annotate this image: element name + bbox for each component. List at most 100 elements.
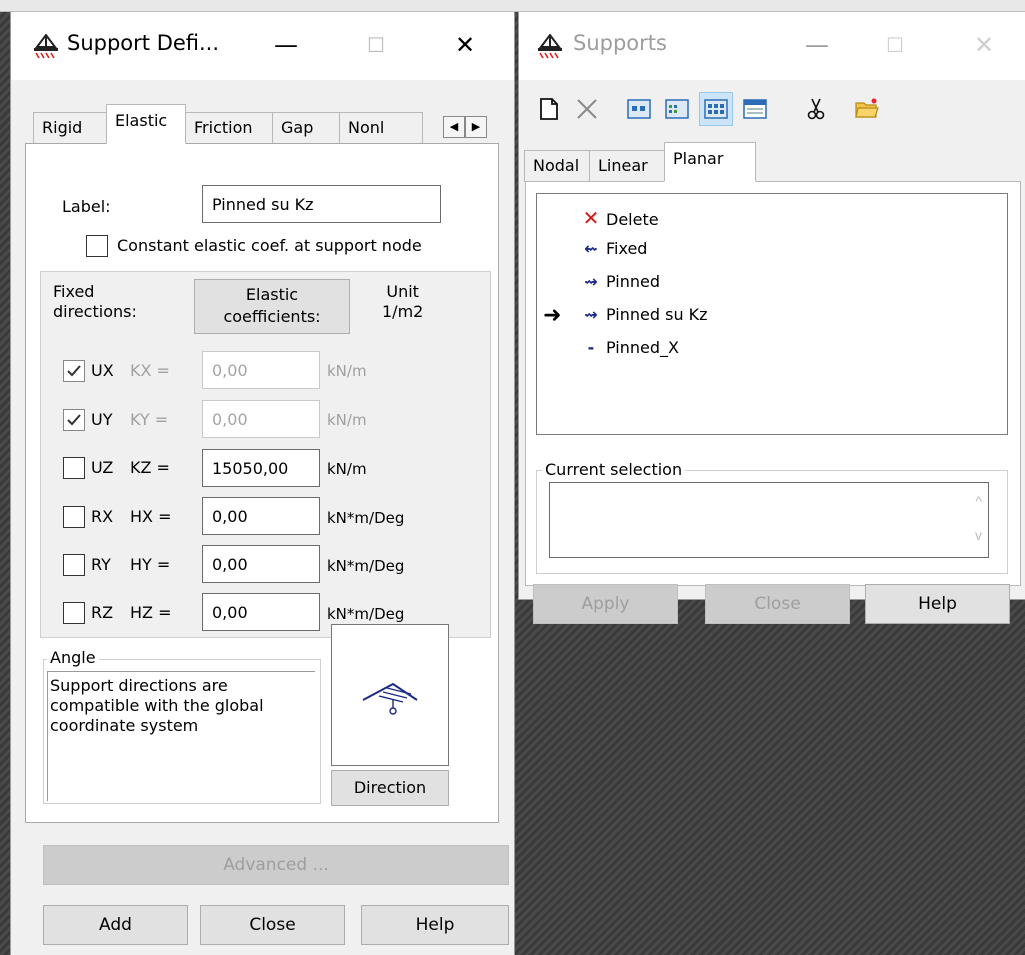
list-item-label: Pinned su Kz — [606, 305, 708, 324]
direction-preview-icon — [362, 682, 418, 715]
list-item-fixed[interactable]: ⇜ Fixed — [580, 239, 647, 258]
kz-label: KZ = — [130, 458, 170, 477]
elastic-coefficients-button[interactable]: Elastic coefficients: — [194, 279, 350, 334]
rz-checkbox[interactable] — [63, 602, 85, 624]
hz-label: HZ = — [130, 603, 172, 622]
supports-close-button[interactable]: ✕ — [964, 28, 1004, 62]
tab-nodal[interactable]: Nodal — [524, 150, 590, 182]
pinned-x-support-icon: - — [587, 338, 595, 357]
hy-input[interactable] — [202, 545, 320, 583]
tab-linear[interactable]: Linear — [589, 150, 665, 182]
minimize-button[interactable]: — — [266, 28, 306, 62]
tab-planar[interactable]: Planar — [664, 142, 756, 182]
supports-title-bar[interactable]: Supports — ☐ ✕ — [519, 12, 1025, 80]
kz-unit: kN/m — [327, 460, 367, 478]
delete-icon: ✕ — [582, 206, 600, 230]
title-bar[interactable]: Support Defi... — ☐ ✕ — [11, 12, 514, 80]
tab-scroll-right-button[interactable]: ▶ — [465, 116, 487, 138]
pointer-arrow-icon: ➜ — [543, 303, 562, 328]
hz-unit: kN*m/Deg — [327, 605, 405, 623]
fixed-support-icon: ⇜ — [584, 239, 598, 258]
hy-label: HY = — [130, 555, 171, 574]
help-button[interactable]: Help — [361, 905, 509, 945]
hy-unit: kN*m/Deg — [327, 557, 405, 575]
maximize-button[interactable]: ☐ — [356, 28, 396, 62]
supports-minimize-button[interactable]: — — [797, 28, 837, 62]
constant-elastic-label: Constant elastic coef. at support node — [117, 236, 422, 255]
add-button[interactable]: Add — [43, 905, 188, 945]
delete-x-icon[interactable] — [575, 97, 599, 121]
kx-label: KX = — [130, 361, 170, 380]
rx-checkbox[interactable] — [63, 506, 85, 528]
support-app-icon — [34, 34, 58, 59]
list-item-label: Pinned_X — [606, 338, 679, 357]
supports-title: Supports — [573, 31, 667, 55]
kx-input — [202, 351, 320, 389]
open-folder-icon[interactable] — [855, 97, 879, 121]
list-item-label: Delete — [606, 210, 659, 229]
supports-window: Supports — ☐ ✕ Nodal Linear Planar ✕ Dele… — [518, 12, 1025, 624]
tab-scroll-left-button[interactable]: ◀ — [443, 116, 465, 138]
list-item-delete[interactable]: ✕ Delete — [580, 206, 659, 230]
current-selection-title: Current selection — [542, 460, 686, 479]
rx-label: RX — [91, 507, 114, 526]
apply-button: Apply — [533, 584, 678, 624]
support-type-tabs: Rigid Elastic Friction Gap Nonl — [33, 104, 423, 144]
hx-input[interactable] — [202, 497, 320, 535]
support-category-tabs: Nodal Linear Planar — [524, 142, 756, 182]
direction-button[interactable]: Direction — [331, 770, 449, 806]
tab-elastic[interactable]: Elastic — [106, 104, 186, 144]
ux-checkbox — [63, 360, 85, 382]
ry-label: RY — [91, 555, 111, 574]
uz-label: UZ — [91, 458, 114, 477]
support-definition-window: Support Defi... — ☐ ✕ Rigid Elastic Fric… — [10, 12, 515, 955]
screen-top-strip — [0, 0, 1025, 12]
hx-unit: kN*m/Deg — [327, 509, 405, 527]
uz-checkbox[interactable] — [63, 457, 85, 479]
label-input[interactable] — [202, 185, 441, 223]
view-table-icon[interactable] — [743, 97, 767, 121]
pinned-support-icon: ⇝ — [584, 305, 598, 324]
supports-app-icon — [538, 34, 562, 59]
view-list-icon[interactable] — [665, 97, 689, 121]
supports-help-button[interactable]: Help — [865, 584, 1010, 624]
hx-label: HX = — [130, 507, 172, 526]
close-window-button[interactable]: ✕ — [445, 28, 485, 62]
ry-checkbox[interactable] — [63, 554, 85, 576]
new-document-icon[interactable] — [537, 97, 561, 121]
list-item-pinned[interactable]: ⇝ Pinned — [580, 272, 660, 291]
uy-checkbox — [63, 409, 85, 431]
kz-input[interactable] — [202, 449, 320, 487]
hz-input[interactable] — [202, 593, 320, 631]
uy-label: UY — [91, 410, 113, 429]
scroll-up-icon[interactable]: ^ — [975, 493, 982, 509]
tab-nonlinear[interactable]: Nonl — [339, 112, 423, 144]
tab-rigid[interactable]: Rigid — [33, 112, 107, 144]
ky-input — [202, 400, 320, 438]
list-item-label: Fixed — [606, 239, 648, 258]
unit-header: Unit 1/m2 — [382, 282, 424, 321]
scroll-down-icon[interactable]: v — [975, 527, 982, 543]
cut-icon[interactable] — [804, 97, 828, 121]
list-item-label: Pinned — [606, 272, 661, 291]
supports-close-dialog-button: Close — [705, 584, 850, 624]
tab-gap[interactable]: Gap — [272, 112, 340, 144]
view-small-icon[interactable] — [627, 97, 651, 121]
direction-preview — [331, 624, 449, 766]
fixed-directions-label: Fixed directions: — [53, 282, 137, 321]
tab-friction[interactable]: Friction — [185, 112, 273, 144]
label-caption: Label: — [62, 197, 111, 216]
elastic-tab-panel: Label: Constant elastic coef. at support… — [25, 143, 499, 823]
view-grid-icon[interactable] — [704, 97, 728, 121]
advanced-button: Advanced ... — [43, 845, 509, 885]
rz-label: RZ — [91, 603, 114, 622]
list-item-pinned-x[interactable]: - Pinned_X — [580, 338, 679, 357]
constant-elastic-checkbox[interactable] — [86, 235, 108, 257]
current-selection-input[interactable]: ^ v — [549, 482, 989, 558]
angle-group-title: Angle — [47, 648, 99, 667]
list-item-pinned-su-kz[interactable]: ⇝ Pinned su Kz — [580, 305, 708, 324]
supports-list[interactable]: ✕ Delete ⇜ Fixed ⇝ Pinned ➜ ⇝ Pinned su Kz -… — [536, 193, 1008, 435]
supports-maximize-button[interactable]: ☐ — [875, 28, 915, 62]
ux-label: UX — [91, 361, 114, 380]
close-button[interactable]: Close — [200, 905, 345, 945]
